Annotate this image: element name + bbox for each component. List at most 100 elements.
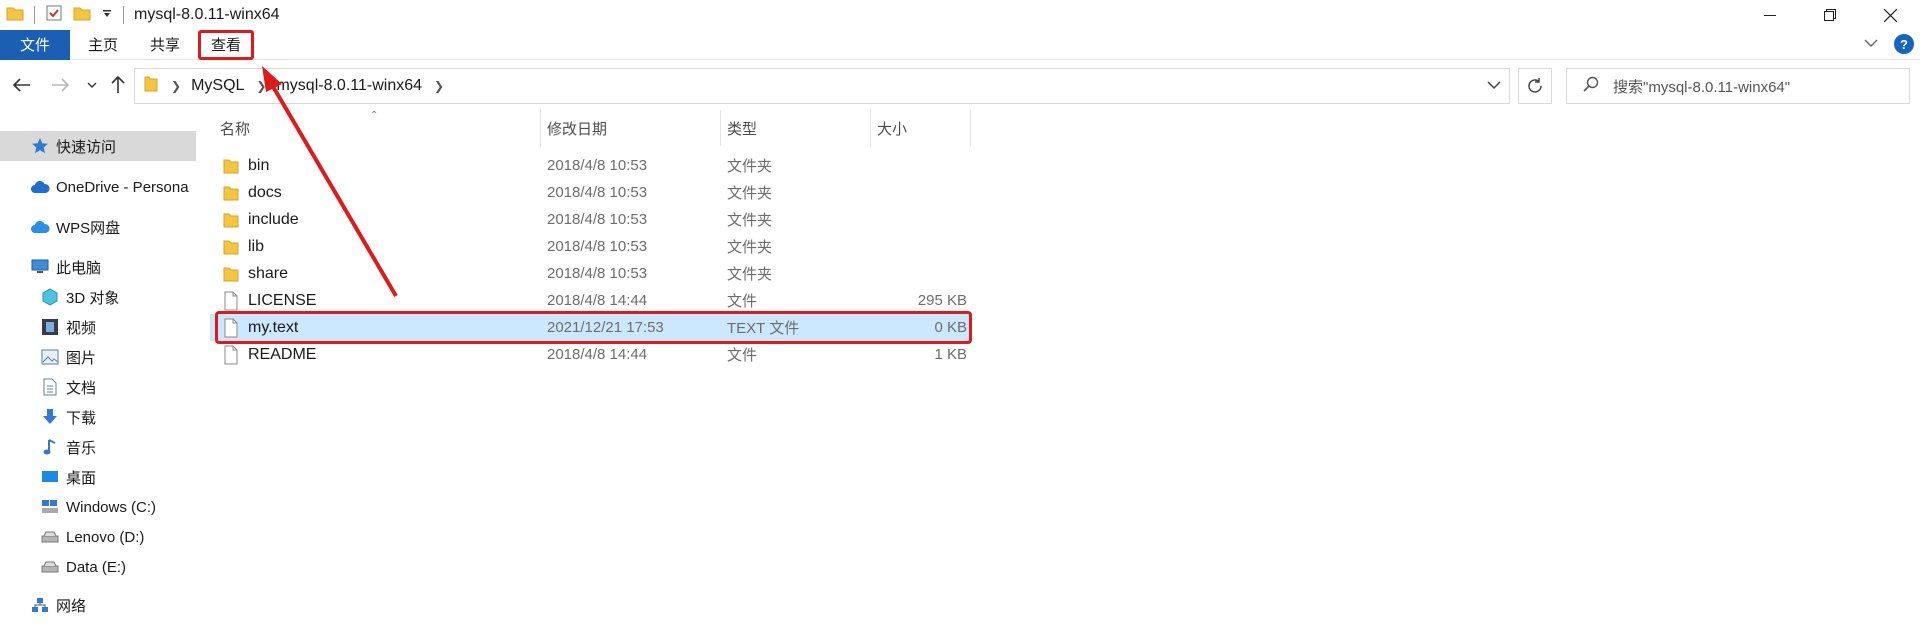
file-row-docs[interactable]: docs 2018/4/8 10:53 文件夹 — [210, 179, 970, 206]
file-type: 文件夹 — [727, 266, 773, 283]
file-size — [877, 233, 967, 260]
sidebar-item-downloads[interactable]: 下载 — [0, 402, 196, 432]
desktop-icon — [40, 467, 60, 487]
maximize-button[interactable] — [1800, 0, 1860, 30]
file-row-license[interactable]: LICENSE 2018/4/8 14:44 文件 295 KB — [210, 287, 970, 314]
column-divider[interactable] — [720, 110, 721, 146]
folder-icon — [143, 75, 159, 98]
close-button[interactable] — [1860, 0, 1920, 30]
sidebar-item-wps[interactable]: WPS网盘 — [0, 212, 196, 242]
arrow-right-icon — [52, 78, 69, 92]
refresh-button[interactable] — [1518, 68, 1552, 104]
sidebar-item-label: 桌面 — [66, 469, 97, 487]
sidebar-item-music[interactable]: 音乐 — [0, 432, 196, 462]
column-header-name[interactable]: 名称 — [220, 110, 540, 146]
window-title: mysql-8.0.11-winx64 — [134, 6, 280, 23]
expand-ribbon-button[interactable] — [1864, 35, 1878, 53]
address-bar[interactable]: ❯ MySQL ❯ mysql-8.0.11-winx64 ❯ — [134, 68, 1510, 104]
back-button[interactable] — [8, 70, 36, 100]
sidebar-item-label: 此电脑 — [56, 259, 102, 277]
sidebar-item-label: Windows (C:) — [66, 498, 157, 516]
forward-button[interactable] — [46, 70, 74, 100]
breadcrumb-mysql[interactable]: MySQL — [191, 77, 244, 95]
file-size — [877, 152, 967, 179]
title-bar: mysql-8.0.11-winx64 — [0, 0, 1920, 30]
sidebar-item-label: 下载 — [66, 409, 97, 427]
search-input[interactable]: 搜索"mysql-8.0.11-winx64" — [1613, 76, 1790, 97]
tab-file[interactable]: 文件 — [0, 29, 70, 60]
breadcrumb-current[interactable]: mysql-8.0.11-winx64 — [276, 77, 422, 95]
folder-icon[interactable] — [6, 5, 24, 26]
help-button[interactable]: ? — [1894, 34, 1914, 54]
column-divider[interactable] — [540, 110, 541, 146]
file-name: bin — [248, 156, 270, 174]
column-header-label: 名称 — [220, 120, 251, 138]
file-name: include — [248, 210, 299, 228]
drive-icon — [40, 527, 60, 547]
sidebar-item-label: 3D 对象 — [66, 289, 120, 307]
column-header-label: 大小 — [877, 120, 908, 138]
tab-view[interactable]: 查看 — [198, 29, 255, 60]
sidebar-item-videos[interactable]: 视频 — [0, 312, 196, 342]
breadcrumb-separator[interactable]: ❯ — [434, 79, 444, 93]
ribbon-tabs: 文件 主页 共享 查看 ? — [0, 29, 1920, 60]
sidebar-item-label: 视频 — [66, 319, 97, 337]
sidebar-item-this-pc[interactable]: 此电脑 — [0, 252, 196, 282]
properties-icon[interactable] — [45, 4, 63, 27]
column-header-label: 类型 — [727, 120, 758, 138]
sidebar-item-onedrive[interactable]: OneDrive - Persona — [0, 172, 196, 202]
sidebar-item-network[interactable]: 网络 — [0, 590, 196, 620]
computer-icon — [30, 257, 50, 277]
music-icon — [40, 437, 60, 457]
breadcrumb-separator[interactable]: ❯ — [256, 79, 266, 93]
network-icon — [30, 595, 50, 615]
sidebar-item-drive-c[interactable]: Windows (C:) — [0, 492, 196, 522]
navigation-pane: 快速访问 OneDrive - Persona WPS网盘 此电脑 3D 对象 … — [0, 106, 196, 625]
recent-locations-button[interactable] — [78, 70, 106, 100]
customize-dropdown-icon[interactable] — [101, 6, 113, 24]
file-row-lib[interactable]: lib 2018/4/8 10:53 文件夹 — [210, 233, 970, 260]
breadcrumb-separator[interactable]: ❯ — [171, 79, 181, 93]
sidebar-item-label: OneDrive - Persona — [56, 178, 189, 196]
sidebar-item-documents[interactable]: 文档 — [0, 372, 196, 402]
file-type: 文件 — [727, 347, 758, 364]
file-row-share[interactable]: share 2018/4/8 10:53 文件夹 — [210, 260, 970, 287]
file-size — [877, 260, 967, 287]
sidebar-item-pictures[interactable]: 图片 — [0, 342, 196, 372]
sidebar-item-label: 网络 — [56, 597, 87, 615]
sidebar-item-desktop[interactable]: 桌面 — [0, 462, 196, 492]
sidebar-item-label: 图片 — [66, 349, 97, 367]
file-row-bin[interactable]: bin 2018/4/8 10:53 文件夹 — [210, 152, 970, 179]
tab-home[interactable]: 主页 — [70, 30, 136, 60]
column-divider[interactable] — [870, 110, 871, 146]
file-row-include[interactable]: include 2018/4/8 10:53 文件夹 — [210, 206, 970, 233]
file-row-readme[interactable]: README 2018/4/8 14:44 文件 1 KB — [210, 341, 970, 368]
tab-share[interactable]: 共享 — [136, 30, 194, 60]
file-type: 文件 — [727, 293, 758, 310]
file-modified: 2018/4/8 14:44 — [547, 292, 648, 309]
search-box[interactable]: 搜索"mysql-8.0.11-winx64" — [1566, 68, 1910, 104]
restore-icon — [1824, 9, 1836, 21]
chevron-down-icon — [1487, 81, 1501, 90]
cloud-icon — [30, 217, 50, 237]
column-header-size[interactable]: 大小 — [877, 110, 967, 146]
minimize-button[interactable] — [1740, 0, 1800, 30]
column-header-modified[interactable]: 修改日期 — [547, 110, 717, 146]
file-size: 295 KB — [917, 292, 967, 309]
file-size: 1 KB — [934, 346, 967, 363]
sidebar-item-quick-access[interactable]: 快速访问 — [0, 131, 196, 161]
new-folder-icon[interactable] — [73, 5, 91, 26]
annotation-highlight-box — [215, 311, 972, 344]
up-button[interactable] — [104, 70, 132, 100]
arrow-left-icon — [13, 78, 30, 92]
file-name: README — [248, 345, 317, 363]
sidebar-item-drive-e[interactable]: Data (E:) — [0, 552, 196, 582]
file-name: lib — [248, 237, 265, 255]
file-modified: 2018/4/8 10:53 — [547, 238, 648, 255]
address-dropdown-button[interactable] — [1487, 77, 1501, 95]
sidebar-item-3d-objects[interactable]: 3D 对象 — [0, 282, 196, 312]
column-header-type[interactable]: 类型 — [727, 110, 867, 146]
file-name: LICENSE — [248, 291, 317, 309]
column-divider[interactable] — [970, 110, 971, 146]
sidebar-item-drive-d[interactable]: Lenovo (D:) — [0, 522, 196, 552]
